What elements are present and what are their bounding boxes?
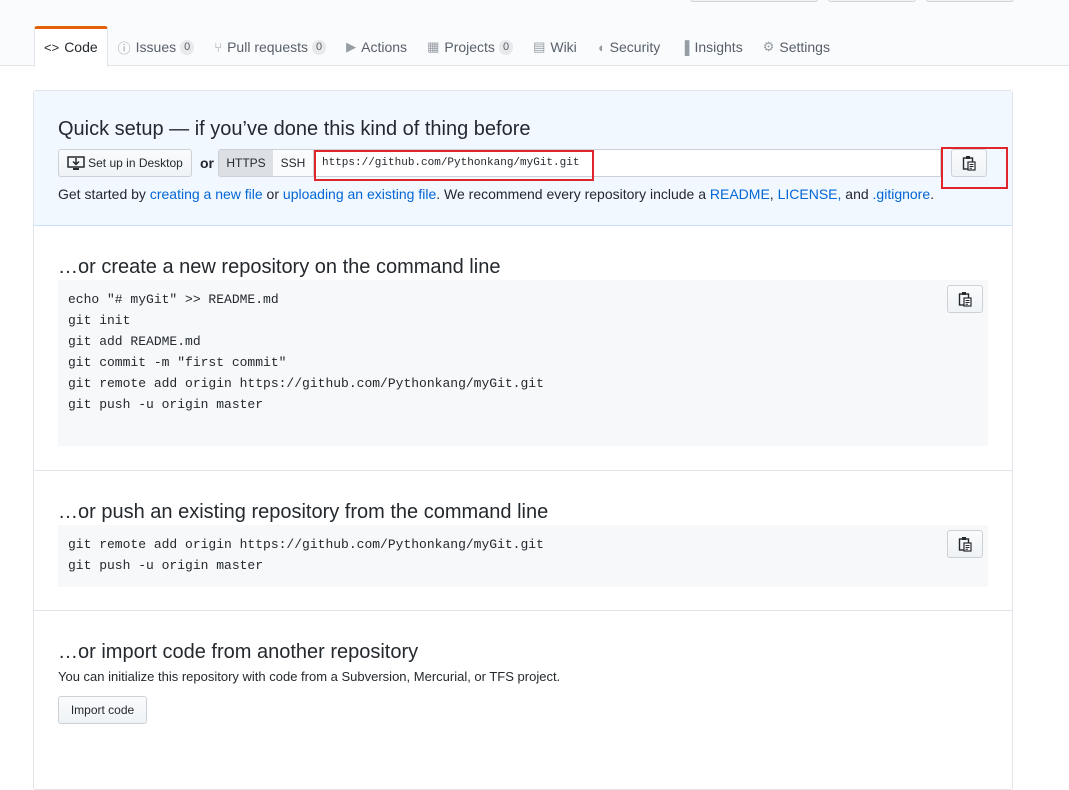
code-line: git remote add origin https://github.com… <box>68 376 544 391</box>
quick-setup-help: Get started by creating a new file or up… <box>58 186 934 202</box>
tab-label: Insights <box>694 39 743 55</box>
section-divider <box>34 610 1012 611</box>
pull-request-icon: ⑂ <box>214 39 223 55</box>
tab-label: Pull requests <box>227 39 309 55</box>
play-icon: ▶ <box>346 39 357 54</box>
code-line: git init <box>68 313 131 328</box>
graph-icon: ▐ <box>680 39 690 55</box>
code-line: git add README.md <box>68 334 201 349</box>
tab-projects[interactable]: ▦ Projects 0 <box>417 26 523 67</box>
help-text: , <box>769 186 778 202</box>
upload-existing-file-link[interactable]: uploading an existing file <box>283 186 436 202</box>
tab-security[interactable]: ◖ Security <box>587 26 670 67</box>
tab-actions[interactable]: ▶ Actions <box>336 26 417 67</box>
copy-create-commands-button[interactable] <box>947 285 983 313</box>
repo-nav-tabs: <> Code ⓘ Issues 0 ⑂ Pull requests 0 ▶ A… <box>34 26 840 67</box>
desktop-download-icon <box>67 156 85 170</box>
code-line: echo "# myGit" >> README.md <box>68 292 279 307</box>
tab-settings[interactable]: ⚙ Settings <box>753 26 840 67</box>
readme-link[interactable]: README <box>710 186 770 202</box>
desktop-button-label: Set up in Desktop <box>88 156 183 170</box>
repo-setup-box: Quick setup — if you’ve done this kind o… <box>33 90 1013 790</box>
help-text: . We recommend every repository include … <box>436 186 710 202</box>
tab-insights[interactable]: ▐ Insights <box>670 26 752 67</box>
quick-setup-panel: Quick setup — if you’ve done this kind o… <box>34 91 1012 226</box>
code-line: git remote add origin https://github.com… <box>68 537 544 552</box>
tab-label: Issues <box>135 39 177 55</box>
issue-icon: ⓘ <box>117 40 131 56</box>
tab-wiki[interactable]: ▤ Wiki <box>523 26 587 67</box>
gitignore-link[interactable]: .gitignore <box>873 186 931 202</box>
import-code-description: You can initialize this repository with … <box>58 669 561 684</box>
shield-icon: ◖ <box>596 39 605 55</box>
tab-label: Actions <box>361 39 408 55</box>
import-code-button[interactable]: Import code <box>58 696 147 724</box>
projects-counter: 0 <box>498 39 514 55</box>
project-icon: ▦ <box>427 39 440 54</box>
help-text: and <box>841 186 873 202</box>
code-line: git push -u origin master <box>68 558 264 573</box>
clipboard-icon <box>958 537 972 552</box>
tab-issues[interactable]: ⓘ Issues 0 <box>108 26 205 67</box>
create-repo-title: …or create a new repository on the comma… <box>58 256 501 278</box>
create-new-file-link[interactable]: creating a new file <box>150 186 263 202</box>
tab-label: Projects <box>444 39 495 55</box>
header-button-watch[interactable] <box>690 0 818 2</box>
copy-push-commands-button[interactable] <box>947 530 983 558</box>
issues-counter: 0 <box>180 39 195 55</box>
clone-url-input[interactable] <box>313 149 941 177</box>
header-button-star[interactable] <box>828 0 916 2</box>
clipboard-icon <box>958 292 972 307</box>
gear-icon: ⚙ <box>762 39 775 54</box>
tab-pull-requests[interactable]: ⑂ Pull requests 0 <box>204 26 336 67</box>
push-repo-code-block: git remote add origin https://github.com… <box>58 525 988 587</box>
section-divider <box>34 470 1012 471</box>
create-repo-code-block: echo "# myGit" >> README.md git init git a… <box>58 280 988 446</box>
book-icon: ▤ <box>533 39 546 54</box>
license-link[interactable]: LICENSE, <box>778 186 842 202</box>
code-icon: <> <box>44 39 60 55</box>
copy-url-button[interactable] <box>951 149 987 177</box>
help-text: or <box>262 186 283 202</box>
code-line: git commit -m "first commit" <box>68 355 287 370</box>
tab-code[interactable]: <> Code <box>34 26 108 67</box>
quick-setup-title: Quick setup — if you’ve done this kind o… <box>58 118 531 140</box>
code-line: git push -u origin master <box>68 397 264 412</box>
tab-label: Security <box>609 39 661 55</box>
clipboard-icon <box>962 156 976 171</box>
tab-label: Code <box>64 39 98 55</box>
help-text: Get started by <box>58 186 150 202</box>
help-text: . <box>930 186 935 202</box>
or-label: or <box>200 155 214 171</box>
https-toggle[interactable]: HTTPS <box>218 149 274 177</box>
pull-requests-counter: 0 <box>312 39 327 55</box>
repo-header: <> Code ⓘ Issues 0 ⑂ Pull requests 0 ▶ A… <box>0 0 1069 67</box>
ssh-toggle[interactable]: SSH <box>273 149 314 177</box>
push-repo-title: …or push an existing repository from the… <box>58 501 549 523</box>
header-button-fork[interactable] <box>926 0 1014 2</box>
tab-label: Settings <box>779 39 830 55</box>
tab-label: Wiki <box>550 39 577 55</box>
import-code-title: …or import code from another repository <box>58 641 419 663</box>
setup-in-desktop-button[interactable]: Set up in Desktop <box>58 149 192 177</box>
